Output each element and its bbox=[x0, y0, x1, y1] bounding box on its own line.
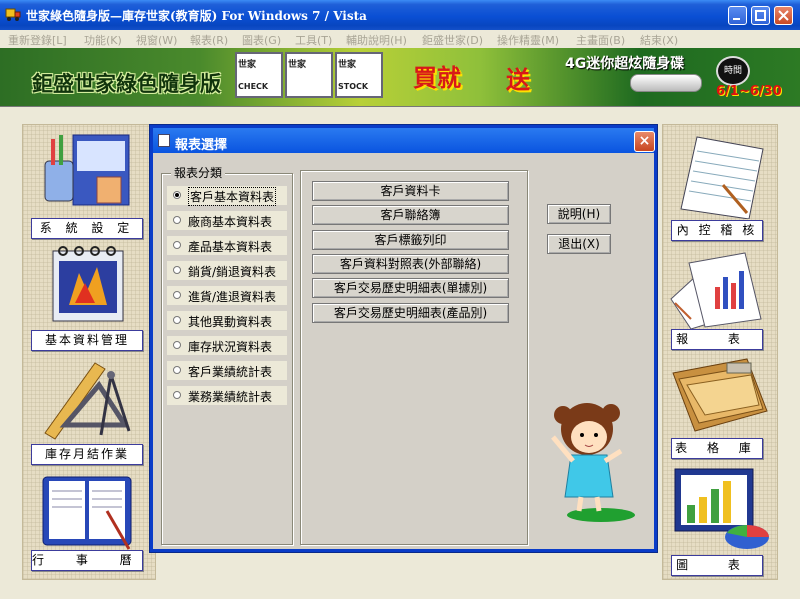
settings-icon bbox=[44, 134, 130, 206]
menu-chart[interactable]: 圖表(G) bbox=[242, 32, 281, 48]
promo-buy-text: 買就 bbox=[413, 63, 461, 92]
category-radio-sales[interactable]: 銷貨/銷退資料表 bbox=[167, 261, 287, 280]
report-history-by-document[interactable]: 客戶交易歷史明細表(單據別) bbox=[312, 278, 509, 298]
audit-notebook-icon bbox=[680, 136, 764, 219]
report-customer-card[interactable]: 客戶資料卡 bbox=[312, 181, 509, 201]
menu-report[interactable]: 報表(R) bbox=[190, 32, 228, 48]
category-radio-customer-basic[interactable]: 客戶基本資料表 bbox=[167, 186, 287, 206]
left-nav-panel: 系 統 設 定 基本資料管理 庫存月結作業 行 事 曆 bbox=[22, 124, 156, 580]
menu-window[interactable]: 視窗(W) bbox=[136, 32, 177, 48]
report-sheets-icon bbox=[670, 252, 762, 329]
category-radio-purchase[interactable]: 進貨/進退資料表 bbox=[167, 286, 287, 305]
promo-banner[interactable]: 鉅盛世家綠色隨身版 世家 CHECK 世家 世家 STOCK 買就 送 4G迷你… bbox=[0, 48, 800, 107]
maximize-button[interactable] bbox=[751, 6, 770, 25]
dialog-titlebar[interactable]: 報表選擇 × bbox=[153, 128, 655, 153]
menu-bar: 重新登錄[L] 功能(K) 視窗(W) 報表(R) 圖表(G) 工具(T) 輔助… bbox=[0, 30, 800, 48]
nav-calendar[interactable]: 行 事 曆 bbox=[31, 550, 143, 571]
menu-function[interactable]: 功能(K) bbox=[84, 32, 122, 48]
clock-badge: 時間 bbox=[716, 56, 750, 86]
radio-icon bbox=[173, 291, 181, 299]
radio-icon bbox=[173, 316, 181, 324]
report-list-panel bbox=[300, 170, 528, 545]
usb-promo-text: 4G迷你超炫隨身碟 bbox=[565, 56, 685, 72]
radio-icon bbox=[173, 266, 181, 274]
radio-icon bbox=[173, 341, 181, 349]
category-radio-product-basic[interactable]: 產品基本資料表 bbox=[167, 236, 287, 255]
product-box-stock: 世家 STOCK bbox=[335, 52, 383, 98]
monthly-close-icon bbox=[44, 362, 131, 440]
dialog-body: 報表分類 客戶基本資料表 廠商基本資料表 產品基本資料表 銷貨/銷退資料表 進貨… bbox=[153, 153, 654, 549]
nav-charts[interactable]: 圖 表 bbox=[671, 555, 763, 576]
calendar-book-icon bbox=[42, 476, 132, 550]
forms-library-icon bbox=[672, 358, 768, 432]
category-group-label: 報表分類 bbox=[171, 164, 226, 181]
menu-relogin[interactable]: 重新登錄[L] bbox=[8, 32, 67, 48]
report-selection-dialog: 報表選擇 × 報表分類 客戶基本資料表 廠商基本資料表 產品基本資料表 銷貨/銷… bbox=[149, 124, 658, 553]
app-truck-icon bbox=[5, 8, 21, 21]
chart-monitor-icon bbox=[674, 468, 769, 549]
menu-help[interactable]: 輔助說明(H) bbox=[346, 32, 407, 48]
menu-wizard[interactable]: 操作精靈(M) bbox=[497, 32, 559, 48]
report-history-by-product[interactable]: 客戶交易歷史明細表(產品別) bbox=[312, 303, 509, 323]
menu-home[interactable]: 主畫面(B) bbox=[576, 32, 625, 48]
promo-gift-text: 送 bbox=[506, 65, 530, 94]
report-customer-crossref[interactable]: 客戶資料對照表(外部聯絡) bbox=[312, 254, 509, 274]
minimize-button[interactable] bbox=[728, 6, 747, 25]
close-icon bbox=[778, 10, 789, 21]
report-document-icon bbox=[158, 134, 170, 147]
product-box-sales: 世家 CHECK bbox=[235, 52, 283, 98]
nav-forms-library[interactable]: 表 格 庫 bbox=[671, 438, 763, 459]
usb-drive-icon bbox=[630, 74, 702, 92]
maximize-icon bbox=[755, 10, 766, 21]
minimize-icon bbox=[733, 18, 740, 20]
exit-button[interactable]: 退出(X) bbox=[547, 234, 611, 254]
radio-icon bbox=[173, 391, 181, 399]
category-radio-other-change[interactable]: 其他異動資料表 bbox=[167, 311, 287, 330]
radio-icon bbox=[173, 366, 181, 374]
category-radio-vendor-basic[interactable]: 廠商基本資料表 bbox=[167, 211, 287, 230]
close-button[interactable] bbox=[774, 6, 793, 25]
nav-monthly-close[interactable]: 庫存月結作業 bbox=[31, 444, 143, 465]
help-button[interactable]: 說明(H) bbox=[547, 204, 611, 224]
basic-data-icon bbox=[52, 246, 124, 322]
promo-date: 6/1~6/30 bbox=[716, 84, 782, 99]
nav-system-settings[interactable]: 系 統 設 定 bbox=[31, 218, 143, 239]
cartoon-girl-mascot bbox=[551, 403, 635, 522]
radio-icon bbox=[173, 216, 181, 224]
radio-selected-icon bbox=[173, 191, 181, 199]
nav-reports[interactable]: 報 表 bbox=[671, 329, 763, 350]
report-customer-labels[interactable]: 客戶標籤列印 bbox=[312, 230, 509, 250]
menu-company[interactable]: 鉅盛世家(D) bbox=[422, 32, 483, 48]
nav-internal-audit[interactable]: 內 控 稽 核 bbox=[671, 220, 763, 241]
category-radio-sales-perf[interactable]: 業務業績統計表 bbox=[167, 386, 287, 405]
nav-basic-data[interactable]: 基本資料管理 bbox=[31, 330, 143, 351]
category-radio-inventory[interactable]: 庫存狀況資料表 bbox=[167, 336, 287, 355]
window-title: 世家綠色隨身版—庫存世家(教育版) For Windows 7 / Vista bbox=[26, 9, 367, 23]
menu-exit[interactable]: 結束(X) bbox=[640, 32, 678, 48]
report-customer-contacts[interactable]: 客戶聯絡簿 bbox=[312, 205, 509, 225]
banner-title: 鉅盛世家綠色隨身版 bbox=[32, 71, 221, 96]
product-box-accounting: 世家 bbox=[285, 52, 333, 98]
dialog-close-button[interactable]: × bbox=[634, 131, 655, 152]
menu-tools[interactable]: 工具(T) bbox=[295, 32, 332, 48]
window-titlebar[interactable]: 世家綠色隨身版—庫存世家(教育版) For Windows 7 / Vista bbox=[0, 0, 800, 30]
category-radio-customer-perf[interactable]: 客戶業績統計表 bbox=[167, 361, 287, 380]
radio-icon bbox=[173, 241, 181, 249]
close-icon: × bbox=[638, 133, 651, 149]
right-nav-panel: 內 控 稽 核 報 表 表 格 庫 圖 表 bbox=[662, 124, 778, 580]
dialog-title: 報表選擇 bbox=[175, 138, 228, 153]
